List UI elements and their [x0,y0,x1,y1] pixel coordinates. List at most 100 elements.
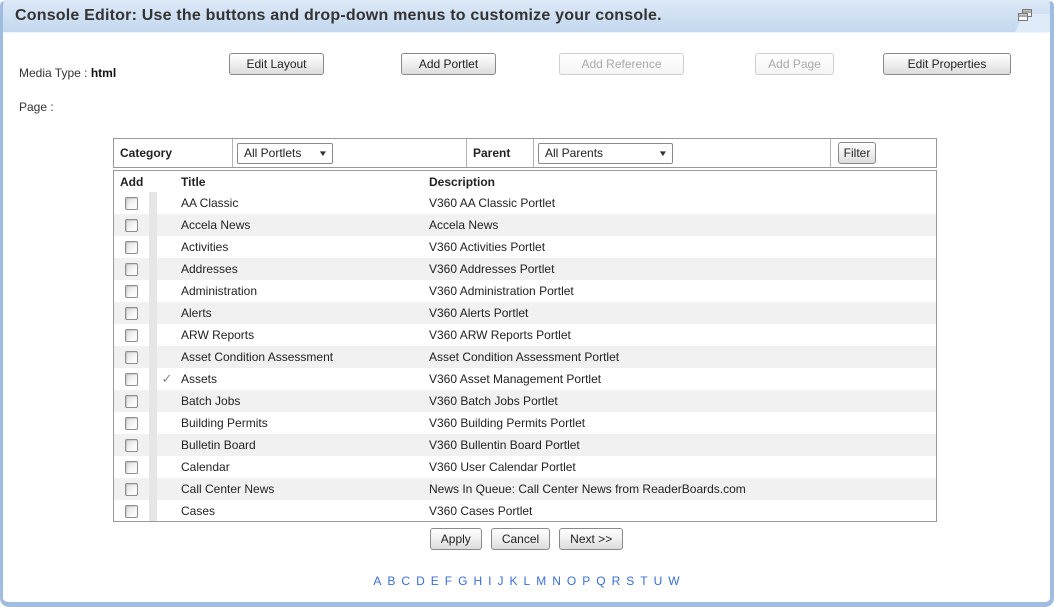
add-checkbox[interactable] [125,483,138,496]
add-checkbox[interactable] [125,329,138,342]
table-row: AddressesV360 Addresses Portlet [114,258,936,280]
table-row: Accela NewsAccela News [114,214,936,236]
filter-bar: Category All Portlets ▼ Parent All Paren… [113,138,937,168]
category-cell: Category [114,139,233,167]
add-checkbox[interactable] [125,395,138,408]
letter-link-S[interactable]: S [626,574,634,588]
add-cell [114,478,149,500]
add-portlet-button[interactable]: Add Portlet [401,53,496,75]
added-check-icon: ✓ [157,368,177,390]
add-checkbox[interactable] [125,461,138,474]
add-cell [114,214,149,236]
portlet-title: AA Classic [177,192,425,214]
table-row: Asset Condition AssessmentAsset Conditio… [114,346,936,368]
letter-link-I[interactable]: I [488,574,491,588]
column-gap [149,412,157,434]
table-row: CalendarV360 User Calendar Portlet [114,456,936,478]
letter-link-H[interactable]: H [473,574,482,588]
portlet-title: Call Center News [177,478,425,500]
letter-link-P[interactable]: P [582,574,590,588]
footer-buttons: Apply Cancel Next >> [3,528,1050,550]
letter-link-R[interactable]: R [612,574,621,588]
letter-link-T[interactable]: T [640,574,647,588]
portlet-description: Accela News [425,214,936,236]
category-select[interactable]: All Portlets ▼ [237,143,333,164]
check-cell [157,456,177,478]
letter-link-N[interactable]: N [552,574,561,588]
column-gap [149,258,157,280]
letter-link-B[interactable]: B [387,574,395,588]
letter-link-W[interactable]: W [668,574,679,588]
column-header-add: Add [114,175,149,189]
column-gap [149,214,157,236]
add-cell [114,434,149,456]
add-checkbox[interactable] [125,285,138,298]
table-row: AdministrationV360 Administration Portle… [114,280,936,302]
table-row: Call Center NewsNews In Queue: Call Cent… [114,478,936,500]
check-cell [157,478,177,500]
add-checkbox[interactable] [125,307,138,320]
table-row: Batch JobsV360 Batch Jobs Portlet [114,390,936,412]
portlet-description: V360 Addresses Portlet [425,258,936,280]
edit-layout-button[interactable]: Edit Layout [229,53,324,75]
portlet-description: V360 Bullentin Board Portlet [425,434,936,456]
add-checkbox[interactable] [125,373,138,386]
portlet-title: Bulletin Board [177,434,425,456]
add-cell [114,258,149,280]
parent-label: Parent [467,146,510,160]
filter-button[interactable]: Filter [838,142,876,164]
portlet-description: V360 Asset Management Portlet [425,368,936,390]
letter-link-L[interactable]: L [524,574,531,588]
add-cell [114,500,149,522]
letter-link-E[interactable]: E [431,574,439,588]
column-gap [149,500,157,522]
cancel-button[interactable]: Cancel [491,528,550,550]
add-cell [114,368,149,390]
apply-button[interactable]: Apply [430,528,482,550]
letter-link-D[interactable]: D [416,574,425,588]
add-cell [114,346,149,368]
portlet-title: Batch Jobs [177,390,425,412]
add-checkbox[interactable] [125,219,138,232]
letter-link-U[interactable]: U [654,574,663,588]
category-select-cell: All Portlets ▼ [233,139,467,167]
add-checkbox[interactable] [125,241,138,254]
page-label: Page : [19,100,54,114]
table-header: Add Title Description [114,171,936,192]
add-checkbox[interactable] [125,263,138,276]
letter-link-C[interactable]: C [401,574,410,588]
letter-link-J[interactable]: J [497,574,503,588]
category-label: Category [114,146,172,160]
column-gap [149,368,157,390]
portlet-title: Accela News [177,214,425,236]
parent-select[interactable]: All Parents ▼ [538,143,673,164]
add-cell [114,236,149,258]
edit-properties-button[interactable]: Edit Properties [883,53,1011,75]
letter-link-G[interactable]: G [458,574,467,588]
letter-link-Q[interactable]: Q [596,574,605,588]
letter-link-A[interactable]: A [373,574,381,588]
restore-windows-icon[interactable] [1018,9,1033,22]
letter-link-O[interactable]: O [567,574,576,588]
page-title: Console Editor: Use the buttons and drop… [15,7,662,25]
portlet-title: Administration [177,280,425,302]
column-gap [149,324,157,346]
add-checkbox[interactable] [125,351,138,364]
titlebar: Console Editor: Use the buttons and drop… [3,2,1050,33]
parent-cell: Parent [467,139,534,167]
letter-link-M[interactable]: M [536,574,546,588]
add-checkbox[interactable] [125,439,138,452]
add-checkbox[interactable] [125,417,138,430]
column-header-title: Title [177,175,425,189]
portlet-title: Activities [177,236,425,258]
letter-link-F[interactable]: F [445,574,452,588]
add-checkbox[interactable] [125,505,138,518]
check-cell [157,214,177,236]
letter-link-K[interactable]: K [509,574,517,588]
portlet-table: Add Title Description AA ClassicV360 AA … [113,170,937,522]
add-checkbox[interactable] [125,197,138,210]
next-button[interactable]: Next >> [559,528,623,550]
column-gap [149,280,157,302]
media-type-row: Media Type : html [19,66,116,80]
portlet-description: V360 Administration Portlet [425,280,936,302]
